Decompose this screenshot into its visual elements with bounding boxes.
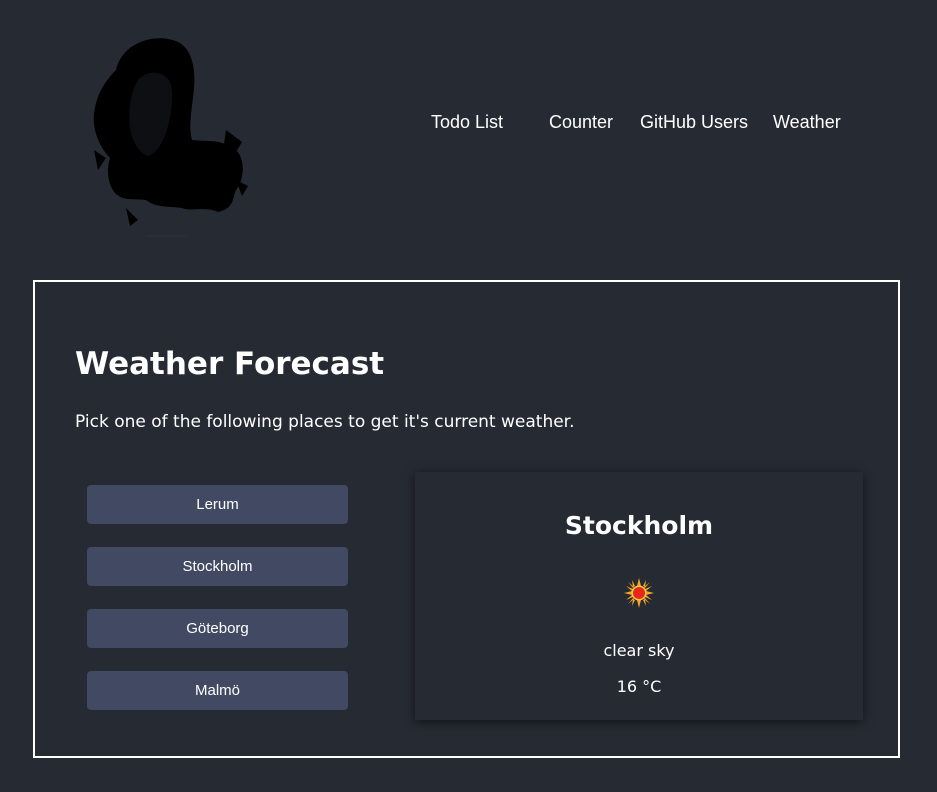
page: Todo List Counter GitHub Users Weather W… bbox=[0, 0, 937, 792]
main-nav: Todo List Counter GitHub Users Weather bbox=[0, 110, 937, 138]
weather-temperature: 16 °C bbox=[616, 677, 662, 696]
header: Todo List Counter GitHub Users Weather bbox=[0, 0, 937, 260]
weather-city: Stockholm bbox=[564, 511, 714, 540]
nav-link-github-users[interactable]: GitHub Users bbox=[640, 110, 748, 134]
place-button-goteborg[interactable]: Göteborg bbox=[87, 609, 348, 648]
place-button-stockholm[interactable]: Stockholm bbox=[87, 547, 348, 586]
weather-description: clear sky bbox=[603, 641, 675, 660]
place-list: Lerum Stockholm Göteborg Malmö bbox=[87, 485, 348, 733]
page-subtitle: Pick one of the following places to get … bbox=[75, 412, 575, 432]
place-button-lerum[interactable]: Lerum bbox=[87, 485, 348, 524]
sun-icon bbox=[624, 578, 654, 608]
weather-card: Stockholm clear sky 16 °C bbox=[415, 472, 863, 720]
place-button-malmo[interactable]: Malmö bbox=[87, 671, 348, 710]
nav-link-weather[interactable]: Weather bbox=[773, 110, 841, 134]
nav-link-counter[interactable]: Counter bbox=[549, 110, 613, 134]
weather-panel: Weather Forecast Pick one of the followi… bbox=[33, 280, 900, 758]
nav-link-todo-list[interactable]: Todo List bbox=[431, 110, 503, 134]
page-title: Weather Forecast bbox=[75, 346, 385, 382]
